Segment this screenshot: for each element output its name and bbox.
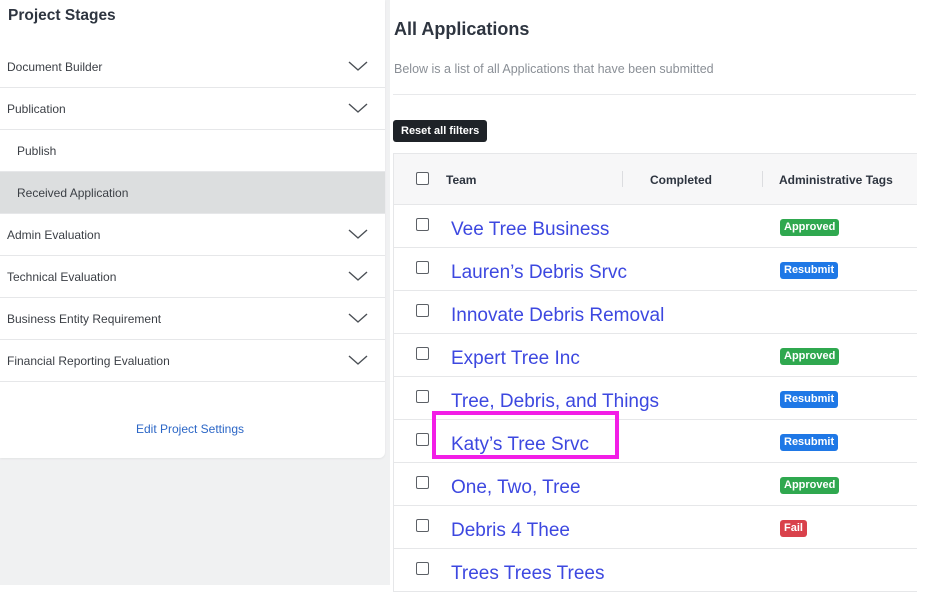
select-all-checkbox[interactable]: [416, 172, 429, 185]
table-row: Innovate Debris Removal: [394, 291, 917, 334]
edit-project-settings-link[interactable]: Edit Project Settings: [0, 422, 380, 436]
stage-label: Financial Reporting Evaluation: [7, 353, 170, 368]
stage-label: Publication: [7, 101, 66, 116]
main-content: All Applications Below is a list of all …: [393, 0, 934, 592]
stage-item[interactable]: Admin Evaluation: [0, 214, 385, 256]
row-checkbox[interactable]: [416, 519, 429, 532]
team-link[interactable]: Katy’s Tree Srvc: [451, 434, 589, 456]
column-header-administrative-tags[interactable]: Administrative Tags: [779, 173, 893, 187]
chevron-down-icon[interactable]: [348, 102, 368, 114]
table-row: Debris 4 Thee Fail: [394, 506, 917, 549]
stage-label: Document Builder: [7, 59, 103, 74]
stage-list: Document Builder Publication Publish Receiv…: [0, 46, 385, 382]
stage-item[interactable]: Document Builder: [0, 46, 385, 88]
team-link[interactable]: Tree, Debris, and Things: [451, 391, 659, 413]
status-badge: Resubmit: [780, 434, 839, 451]
team-link[interactable]: Expert Tree Inc: [451, 348, 580, 370]
row-checkbox[interactable]: [416, 218, 429, 231]
table-header: Team Completed Administrative Tags: [394, 153, 917, 205]
stage-label: Admin Evaluation: [7, 227, 101, 242]
chevron-down-icon[interactable]: [348, 228, 368, 240]
team-link[interactable]: Debris 4 Thee: [451, 520, 570, 542]
team-link[interactable]: Innovate Debris Removal: [451, 305, 664, 327]
status-badge: Resubmit: [780, 391, 839, 408]
page-title: All Applications: [394, 19, 530, 39]
row-checkbox[interactable]: [416, 476, 429, 489]
sidebar: Project Stages Document Builder Publicati…: [0, 0, 390, 585]
team-link[interactable]: Vee Tree Business: [451, 219, 609, 241]
stage-item[interactable]: Publication: [0, 88, 385, 130]
column-header-completed[interactable]: Completed: [650, 173, 712, 187]
table-row: Tree, Debris, and Things Resubmit: [394, 377, 917, 420]
row-checkbox[interactable]: [416, 562, 429, 575]
chevron-down-icon[interactable]: [348, 312, 368, 324]
reset-all-filters-button[interactable]: Reset all filters: [393, 120, 488, 142]
chevron-down-icon[interactable]: [348, 354, 368, 366]
table-body: Vee Tree Business Approved Lauren’s Debris…: [394, 205, 917, 592]
row-checkbox[interactable]: [416, 433, 429, 446]
row-checkbox[interactable]: [416, 347, 429, 360]
stage-label: Received Application: [17, 185, 129, 200]
status-badge: Approved: [780, 219, 840, 236]
column-divider: [762, 171, 763, 187]
column-divider: [622, 171, 623, 187]
stage-item[interactable]: Financial Reporting Evaluation: [0, 340, 385, 382]
table-row: Lauren’s Debris Srvc Resubmit: [394, 248, 917, 291]
row-checkbox[interactable]: [416, 261, 429, 274]
project-stages-panel: Project Stages Document Builder Publicati…: [0, 0, 385, 458]
team-link[interactable]: Lauren’s Debris Srvc: [451, 262, 627, 284]
status-badge: Resubmit: [780, 262, 839, 279]
team-link[interactable]: One, Two, Tree: [451, 477, 581, 499]
team-link[interactable]: Trees Trees Trees: [451, 563, 604, 585]
stage-item[interactable]: Business Entity Requirement: [0, 298, 385, 340]
row-checkbox[interactable]: [416, 304, 429, 317]
status-badge: Approved: [780, 477, 840, 494]
table-row: Vee Tree Business Approved: [394, 205, 917, 248]
sidebar-title: Project Stages: [8, 7, 116, 24]
stage-label: Publish: [17, 143, 57, 158]
page-subtitle: Below is a list of all Applications that…: [394, 62, 714, 76]
table-row: Katy’s Tree Srvc Resubmit: [394, 420, 917, 463]
column-header-team[interactable]: Team: [446, 173, 476, 187]
chevron-down-icon[interactable]: [348, 270, 368, 282]
stage-label: Technical Evaluation: [7, 269, 117, 284]
stage-label: Business Entity Requirement: [7, 311, 162, 326]
divider: [393, 94, 916, 95]
applications-table: Team Completed Administrative Tags Vee T…: [393, 153, 917, 592]
status-badge: Approved: [780, 348, 840, 365]
stage-item[interactable]: Technical Evaluation: [0, 256, 385, 298]
status-badge: Fail: [780, 520, 807, 537]
stage-item[interactable]: Received Application: [0, 172, 385, 214]
table-row: Trees Trees Trees: [394, 549, 917, 592]
stage-item[interactable]: Publish: [0, 130, 385, 172]
table-row: One, Two, Tree Approved: [394, 463, 917, 506]
table-row: Expert Tree Inc Approved: [394, 334, 917, 377]
row-checkbox[interactable]: [416, 390, 429, 403]
chevron-down-icon[interactable]: [348, 60, 368, 72]
